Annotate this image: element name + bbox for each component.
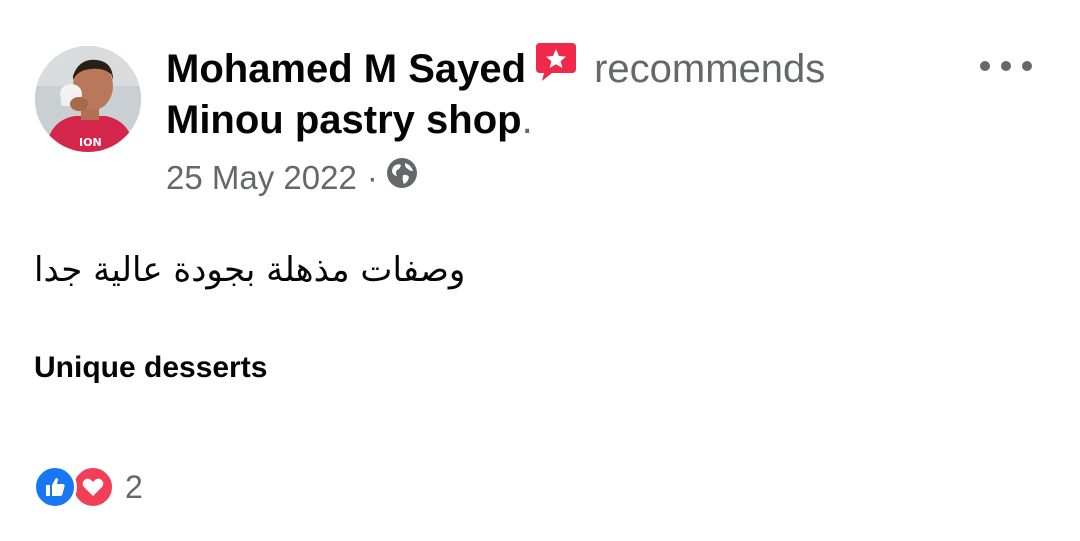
love-icon <box>71 465 115 509</box>
author-name-link[interactable]: Mohamed M Sayed <box>166 47 526 91</box>
more-dot <box>1001 61 1011 71</box>
globe-icon[interactable] <box>386 157 418 198</box>
page-name-link[interactable]: Minou pastry shop <box>166 98 522 142</box>
avatar-photo: ION <box>35 46 141 152</box>
post-header: Mohamed M Sayed recommends Minou pastry … <box>166 41 966 198</box>
recommendation-post: ION Mohamed M Sayed recommends Minou pas… <box>0 0 1080 541</box>
reactions-summary[interactable]: 2 <box>33 465 143 509</box>
author-avatar[interactable]: ION <box>35 46 141 152</box>
more-options-icon[interactable] <box>980 54 1032 78</box>
header-line: Mohamed M Sayed recommends <box>166 41 966 95</box>
post-date-link[interactable]: 25 May 2022 <box>166 158 357 198</box>
period-text: . <box>521 98 533 143</box>
post-meta: 25 May 2022 · <box>166 157 966 198</box>
meta-separator: · <box>366 158 378 196</box>
svg-text:ION: ION <box>79 136 102 149</box>
page-line: Minou pastry shop. <box>166 95 966 145</box>
more-dot <box>980 61 990 71</box>
post-body-arabic: وصفات مذهلة بجودة عالية جدا <box>34 250 466 290</box>
like-icon <box>33 465 77 509</box>
more-dot <box>1022 61 1032 71</box>
recommendation-star-icon <box>534 41 578 95</box>
recommends-text: recommends <box>594 47 826 91</box>
post-body-tag: Unique desserts <box>34 351 268 384</box>
reaction-count: 2 <box>125 468 143 505</box>
